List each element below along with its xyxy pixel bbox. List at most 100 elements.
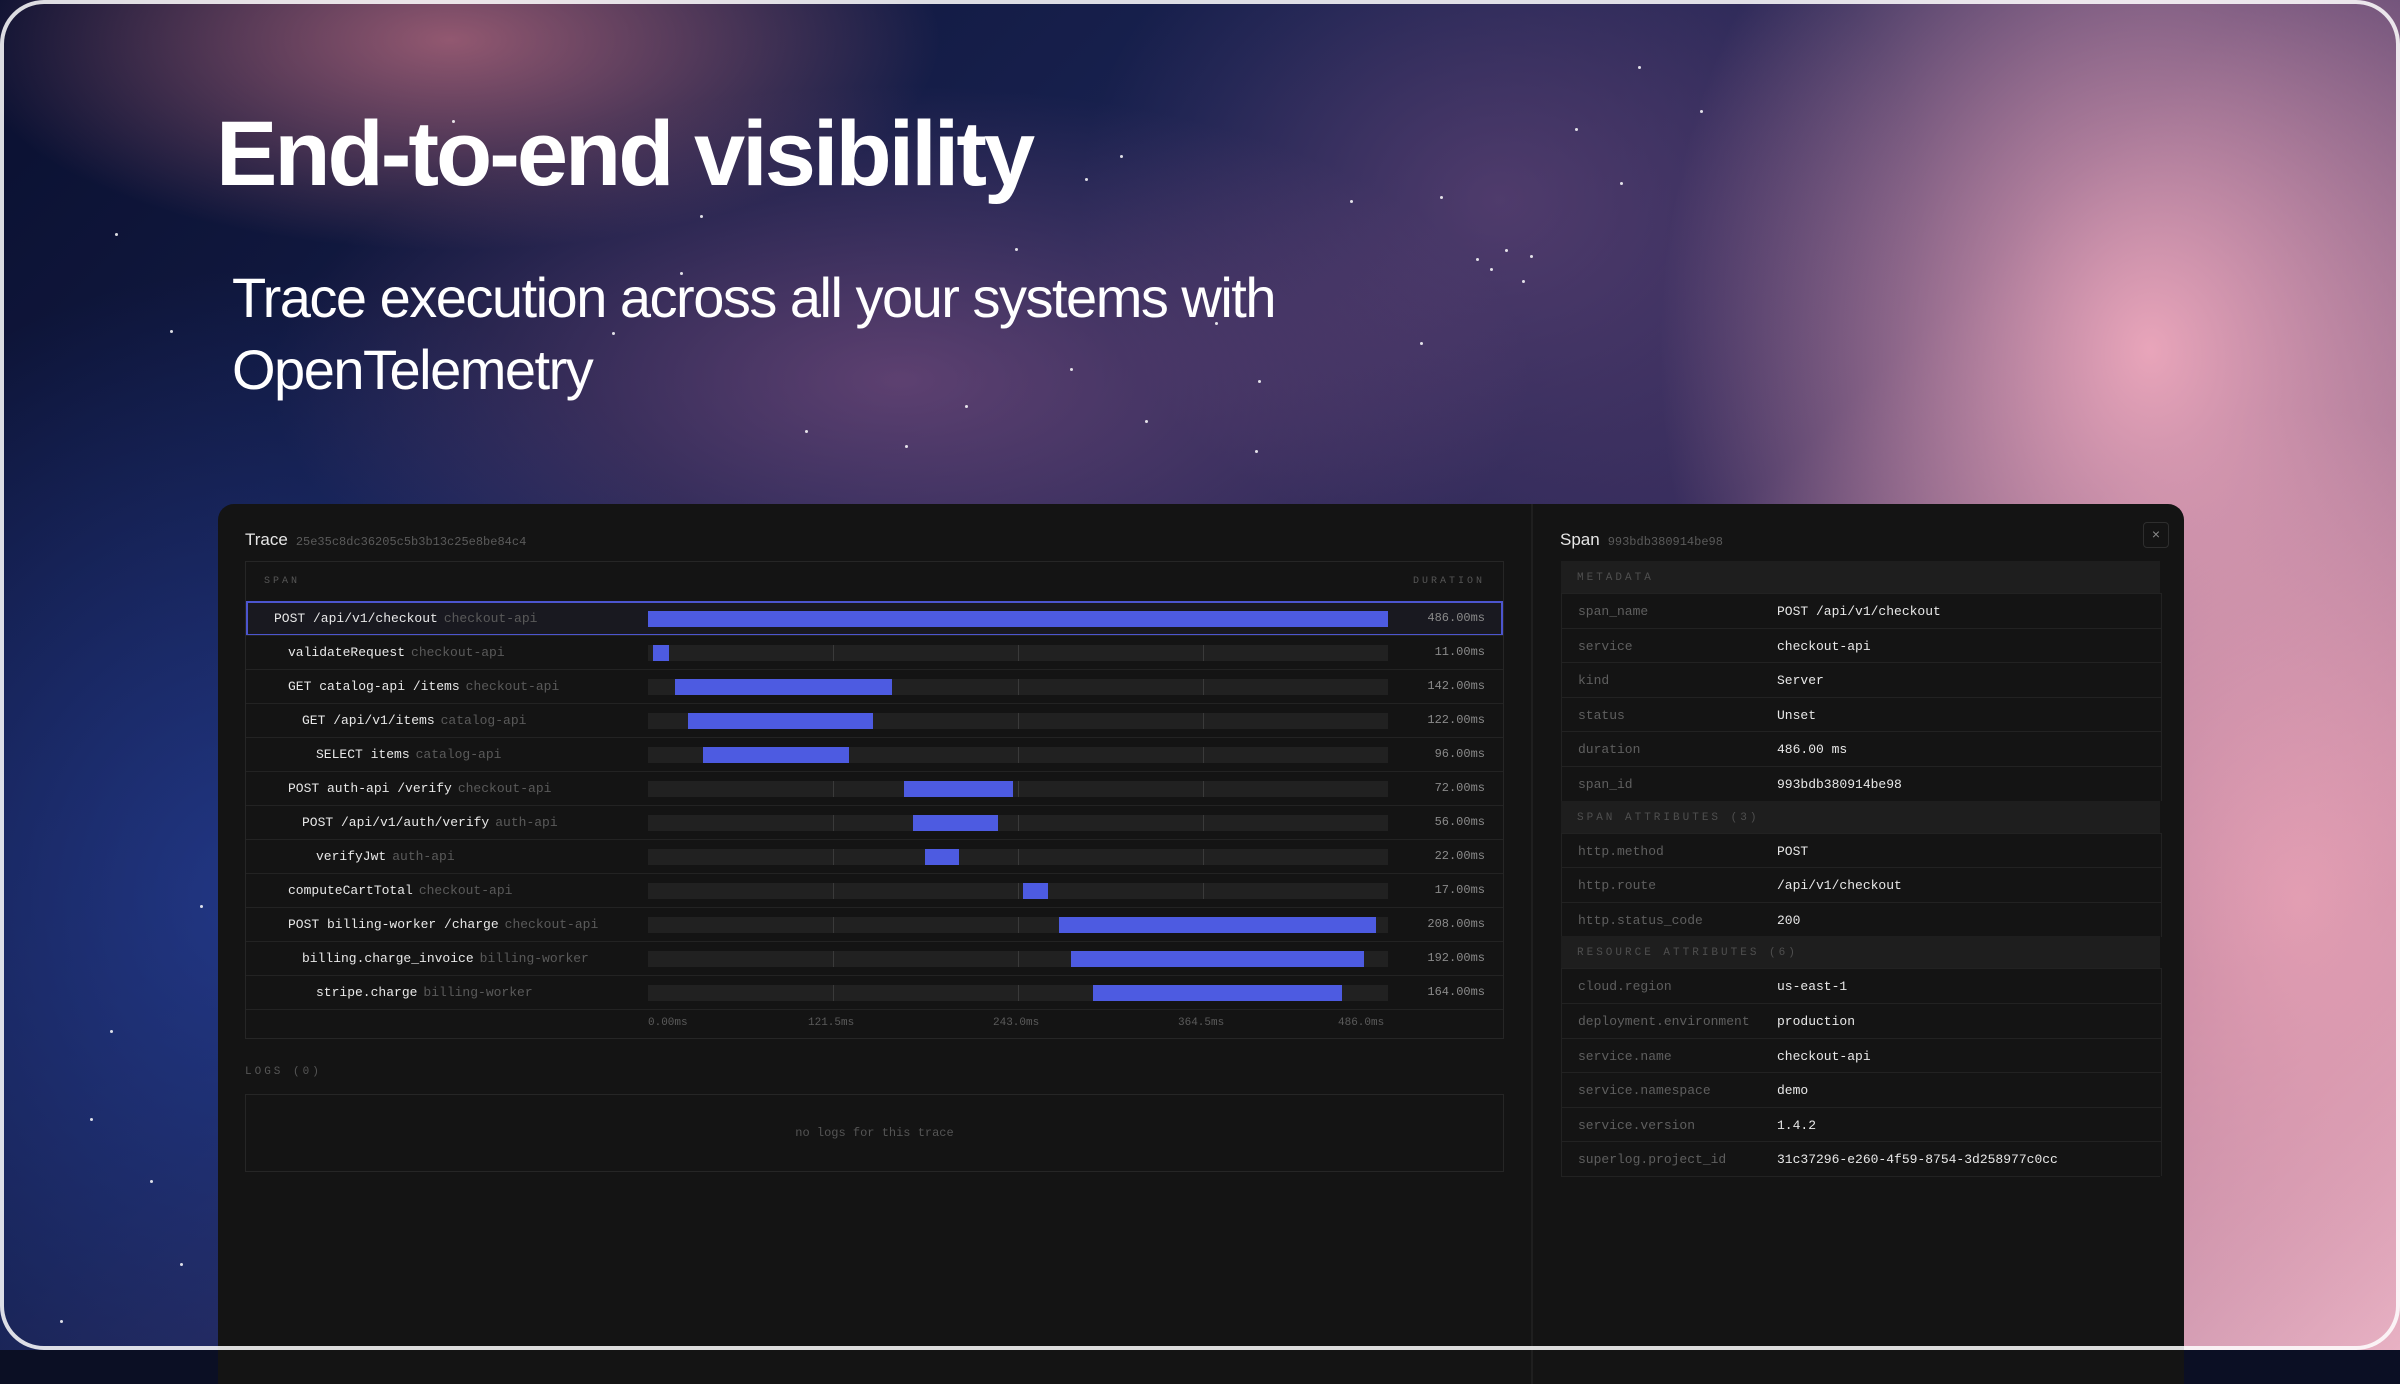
- span-duration-bar: [912, 815, 999, 831]
- hero-title: End-to-end visibility: [216, 103, 1035, 205]
- attribute-row: http.status_code 200: [1561, 901, 2162, 937]
- attribute-value: checkout-api: [1777, 1048, 1871, 1064]
- span-row[interactable]: GET /api/v1/items catalog-api 122.00ms: [246, 703, 1503, 738]
- span-duration-bar: [687, 713, 874, 729]
- span-name: billing.charge_invoice billing-worker: [302, 951, 589, 966]
- grid-tick: [1018, 985, 1019, 1001]
- span-timeline-track: [648, 917, 1388, 933]
- grid-tick: [833, 883, 834, 899]
- grid-tick: [1018, 849, 1019, 865]
- attribute-value: Server: [1777, 673, 1824, 689]
- star: [805, 430, 808, 433]
- span-timeline-track: [648, 781, 1388, 797]
- attribute-row: superlog.project_id 31c37296-e260-4f59-87…: [1561, 1141, 2162, 1177]
- attribute-key: http.method: [1578, 843, 1664, 859]
- star: [1490, 268, 1493, 271]
- details-section-header: RESOURCE ATTRIBUTES (6): [1561, 936, 2160, 969]
- span-row[interactable]: POST /api/v1/auth/verify auth-api 56.00ms: [246, 805, 1503, 840]
- attribute-row: http.route/api/v1/checkout: [1561, 867, 2162, 903]
- span-name: POST billing-worker /charge checkout-api: [288, 917, 598, 932]
- details-section-header: METADATA: [1561, 561, 2160, 593]
- attribute-key: service.version: [1578, 1117, 1696, 1133]
- span-name: verifyJwt auth-api: [316, 849, 455, 864]
- span-operation: SELECT items: [316, 747, 410, 762]
- span-service: billing-worker: [479, 951, 589, 966]
- span-operation: stripe.charge: [316, 985, 418, 1000]
- star: [180, 1263, 183, 1266]
- span-operation: POST /api/v1/auth/verify: [302, 815, 490, 830]
- grid-tick: [1018, 747, 1019, 763]
- span-row[interactable]: stripe.charge billing-worker 164.00ms: [246, 975, 1503, 1010]
- attribute-key: status: [1578, 707, 1625, 723]
- grid-tick: [1018, 883, 1019, 899]
- span-service: checkout-api: [457, 781, 552, 796]
- attribute-value: 993bdb380914be98: [1777, 777, 1902, 792]
- star: [1575, 128, 1578, 131]
- span-name: computeCartTotal checkout-api: [288, 883, 512, 898]
- span-duration: 22.00ms: [1434, 849, 1485, 863]
- span-duration-bar: [652, 645, 670, 661]
- column-header-span: SPAN: [264, 576, 301, 587]
- star: [700, 215, 703, 218]
- grid-tick: [1203, 679, 1204, 695]
- span-service: checkout-api: [418, 883, 513, 898]
- grid-tick: [1018, 645, 1019, 661]
- attribute-value: demo: [1777, 1083, 1809, 1099]
- axis-separator: [246, 1009, 1503, 1010]
- span-duration: 72.00ms: [1434, 781, 1485, 795]
- hero-subtitle-line-1: Trace execution across all your systems …: [232, 266, 1276, 329]
- attribute-row: http.method POST: [1561, 832, 2162, 868]
- star: [1145, 420, 1148, 423]
- star: [90, 1118, 93, 1121]
- span-header: Span 993bdb380914be98: [1560, 530, 1723, 550]
- span-row[interactable]: GET catalog-api /items checkout-api 142.00…: [246, 669, 1503, 704]
- axis-tick-label: 364.5ms: [1178, 1017, 1225, 1029]
- span-duration-bar: [903, 781, 1014, 797]
- span-duration: 208.00ms: [1427, 917, 1485, 931]
- span-timeline-track: [648, 985, 1388, 1001]
- span-row[interactable]: billing.charge_invoice billing-worker 192.…: [246, 941, 1503, 976]
- attribute-value: checkout-api: [1777, 638, 1871, 654]
- trace-viewer-panel: Trace 25e35c8dc36205c5b3b13c25e8be84c4 SP…: [218, 504, 2184, 1384]
- span-row[interactable]: computeCartTotal checkout-api 17.00ms: [246, 873, 1503, 908]
- trace-title: Trace: [245, 530, 288, 549]
- trace-header: Trace 25e35c8dc36205c5b3b13c25e8be84c4: [245, 530, 526, 550]
- span-service: billing-worker: [423, 985, 533, 1000]
- span-duration: 11.00ms: [1434, 645, 1485, 659]
- section-title: RESOURCE ATTRIBUTES (6): [1577, 947, 1798, 960]
- star: [1620, 182, 1623, 185]
- hero-subtitle-line-2: OpenTelemetry: [232, 338, 594, 401]
- star: [115, 233, 118, 236]
- span-duration-bar: [702, 747, 849, 763]
- span-timeline-track: [648, 951, 1388, 967]
- attribute-row: service.version 1.4.2: [1561, 1106, 2162, 1142]
- span-row[interactable]: verifyJwt auth-api 22.00ms: [246, 839, 1503, 874]
- span-timeline-track: [648, 815, 1388, 831]
- attribute-value: POST /api/v1/checkout: [1777, 604, 1941, 619]
- span-service: checkout-api: [465, 679, 560, 694]
- attribute-key: span_id: [1578, 777, 1633, 792]
- attribute-row: status Unset: [1561, 696, 2162, 732]
- star: [1015, 248, 1018, 251]
- span-row[interactable]: SELECT items catalog-api 96.00ms: [246, 737, 1503, 772]
- span-operation: computeCartTotal: [288, 883, 413, 898]
- grid-tick: [1018, 679, 1019, 695]
- grid-tick: [1203, 747, 1204, 763]
- span-row[interactable]: POST auth-api /verify checkout-api 72.00ms: [246, 771, 1503, 806]
- span-row[interactable]: POST /api/v1/checkout checkout-api 486.00m…: [246, 601, 1503, 636]
- grid-tick: [833, 951, 834, 967]
- span-service: auth-api: [392, 849, 455, 864]
- span-operation: POST billing-worker /charge: [288, 917, 499, 932]
- attribute-key: http.status_code: [1578, 912, 1703, 928]
- span-operation: GET /api/v1/items: [302, 713, 435, 728]
- attribute-key: superlog.project_id: [1578, 1152, 1727, 1168]
- close-button[interactable]: ×: [2143, 522, 2169, 548]
- star: [200, 905, 203, 908]
- span-service: auth-api: [495, 815, 558, 830]
- grid-tick: [833, 917, 834, 933]
- star: [150, 1180, 153, 1183]
- attribute-value: Unset: [1777, 707, 1817, 723]
- span-row[interactable]: POST billing-worker /charge checkout-api 2…: [246, 907, 1503, 942]
- span-row[interactable]: validateRequest checkout-api 11.00ms: [246, 635, 1503, 670]
- span-title: Span: [1560, 530, 1600, 549]
